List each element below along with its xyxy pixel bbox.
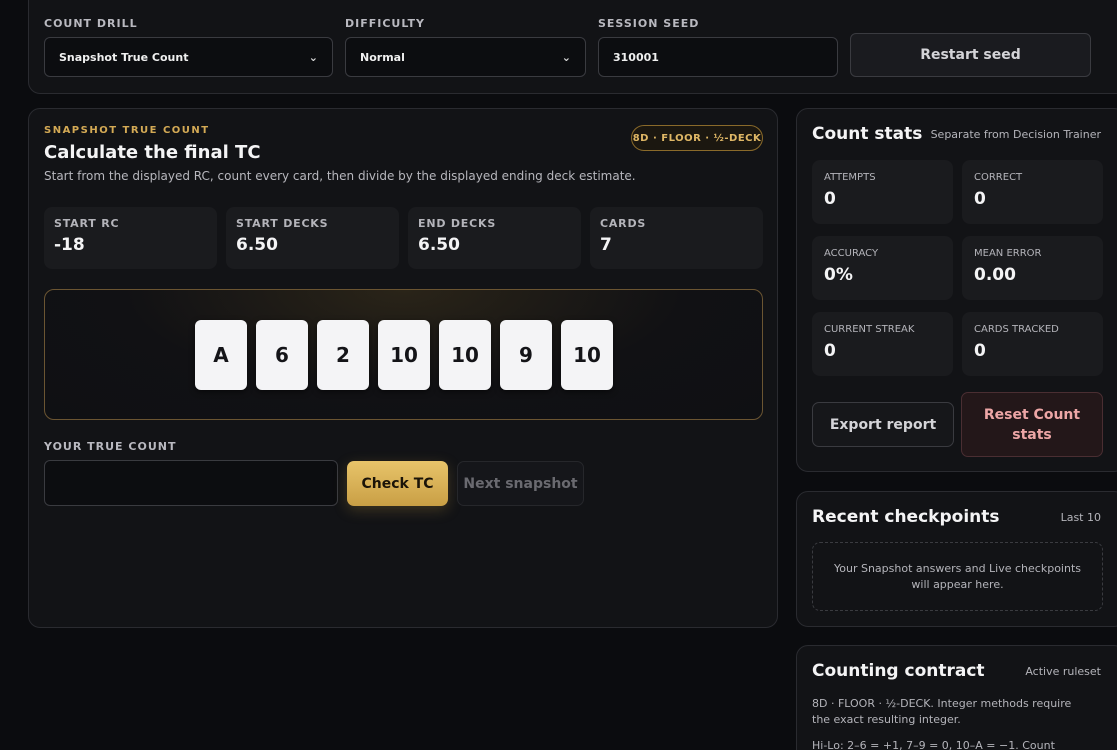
stat-label: CURRENT STREAK [824, 324, 915, 335]
count-stats-title: Count stats [812, 124, 923, 144]
cards-tracked-tile: CARDS TRACKED 0 [962, 312, 1103, 376]
start-decks-tile: START DECKS 6.50 [226, 207, 399, 269]
stat-value: 6.50 [236, 235, 278, 255]
card-table: A 6 2 10 10 9 10 [44, 289, 763, 420]
recent-checkpoints-note: Last 10 [1060, 511, 1101, 524]
chevron-down-icon: ⌄ [561, 50, 571, 64]
stat-label: ACCURACY [824, 248, 879, 259]
true-count-label: YOUR TRUE COUNT [44, 440, 177, 453]
contract-hilo-text: Hi-Lo: 2–6 = +1, 7–9 = 0, 10–A = −1. Cou… [812, 739, 1055, 750]
stat-label: CARDS TRACKED [974, 324, 1059, 335]
stat-label: ATTEMPTS [824, 172, 876, 183]
snapshot-drill-panel: SNAPSHOT TRUE COUNT Calculate the final … [28, 108, 778, 628]
drill-instructions: Start from the displayed RC, count every… [44, 169, 636, 183]
stat-value: 0.00 [974, 265, 1016, 285]
start-rc-tile: START RC -18 [44, 207, 217, 269]
count-drill-select[interactable]: Snapshot True Count ⌄ [44, 37, 333, 77]
reset-count-stats-button[interactable]: Reset Count stats [961, 392, 1103, 457]
session-seed-input[interactable]: 310001 [598, 37, 838, 77]
restart-seed-button[interactable]: Restart seed [850, 33, 1091, 77]
export-report-button[interactable]: Export report [812, 402, 954, 447]
recent-checkpoints-panel: Recent checkpoints Last 10 Your Snapshot… [796, 491, 1117, 627]
drill-eyebrow: SNAPSHOT TRUE COUNT [44, 125, 210, 136]
playing-card: A [195, 320, 247, 390]
stat-label: START RC [54, 217, 120, 230]
session-seed-label: SESSION SEED [598, 17, 700, 30]
count-drill-label: COUNT DRILL [44, 17, 138, 30]
playing-card: 2 [317, 320, 369, 390]
playing-card: 9 [500, 320, 552, 390]
count-stats-note: Separate from Decision Trainer [930, 128, 1101, 141]
count-drill-value: Snapshot True Count [59, 50, 189, 64]
stat-value: 0 [974, 189, 986, 209]
next-snapshot-button[interactable]: Next snapshot [457, 461, 584, 506]
session-seed-value: 310001 [613, 50, 659, 64]
difficulty-select[interactable]: Normal ⌄ [345, 37, 586, 77]
playing-card: 10 [378, 320, 430, 390]
stat-value: 0 [974, 341, 986, 361]
stat-value: 0 [824, 189, 836, 209]
empty-state: Your Snapshot answers and Live checkpoin… [812, 542, 1103, 611]
playing-card: 10 [439, 320, 491, 390]
stat-label: START DECKS [236, 217, 329, 230]
ruleset-badge: 8D · FLOOR · ½-DECK [631, 125, 763, 151]
stat-value: -18 [54, 235, 85, 255]
recent-checkpoints-title: Recent checkpoints [812, 507, 1000, 527]
stat-label: CARDS [600, 217, 647, 230]
difficulty-value: Normal [360, 50, 405, 64]
drill-title: Calculate the final TC [44, 142, 261, 163]
stat-value: 0% [824, 265, 853, 285]
attempts-tile: ATTEMPTS 0 [812, 160, 953, 224]
count-stats-panel: Count stats Separate from Decision Train… [796, 108, 1117, 472]
playing-card: 6 [256, 320, 308, 390]
end-decks-tile: END DECKS 6.50 [408, 207, 581, 269]
cards-tile: CARDS 7 [590, 207, 763, 269]
true-count-input[interactable] [44, 460, 338, 506]
correct-tile: CORRECT 0 [962, 160, 1103, 224]
check-tc-button[interactable]: Check TC [347, 461, 448, 506]
counting-contract-note: Active ruleset [1025, 665, 1101, 678]
accuracy-tile: ACCURACY 0% [812, 236, 953, 300]
difficulty-label: DIFFICULTY [345, 17, 426, 30]
stat-value: 6.50 [418, 235, 460, 255]
stat-value: 7 [600, 235, 612, 255]
counting-contract-panel: Counting contract Active ruleset 8D · FL… [796, 645, 1117, 750]
contract-rules-text: 8D · FLOOR · ½-DECK. Integer methods req… [812, 697, 1072, 726]
stat-value: 0 [824, 341, 836, 361]
stat-label: END DECKS [418, 217, 497, 230]
chevron-down-icon: ⌄ [308, 50, 318, 64]
stat-label: CORRECT [974, 172, 1023, 183]
playing-card: 10 [561, 320, 613, 390]
current-streak-tile: CURRENT STREAK 0 [812, 312, 953, 376]
counting-contract-title: Counting contract [812, 661, 985, 681]
mean-error-tile: MEAN ERROR 0.00 [962, 236, 1103, 300]
stat-label: MEAN ERROR [974, 248, 1042, 259]
drill-settings-bar: COUNT DRILL Snapshot True Count ⌄ DIFFIC… [28, 0, 1117, 94]
